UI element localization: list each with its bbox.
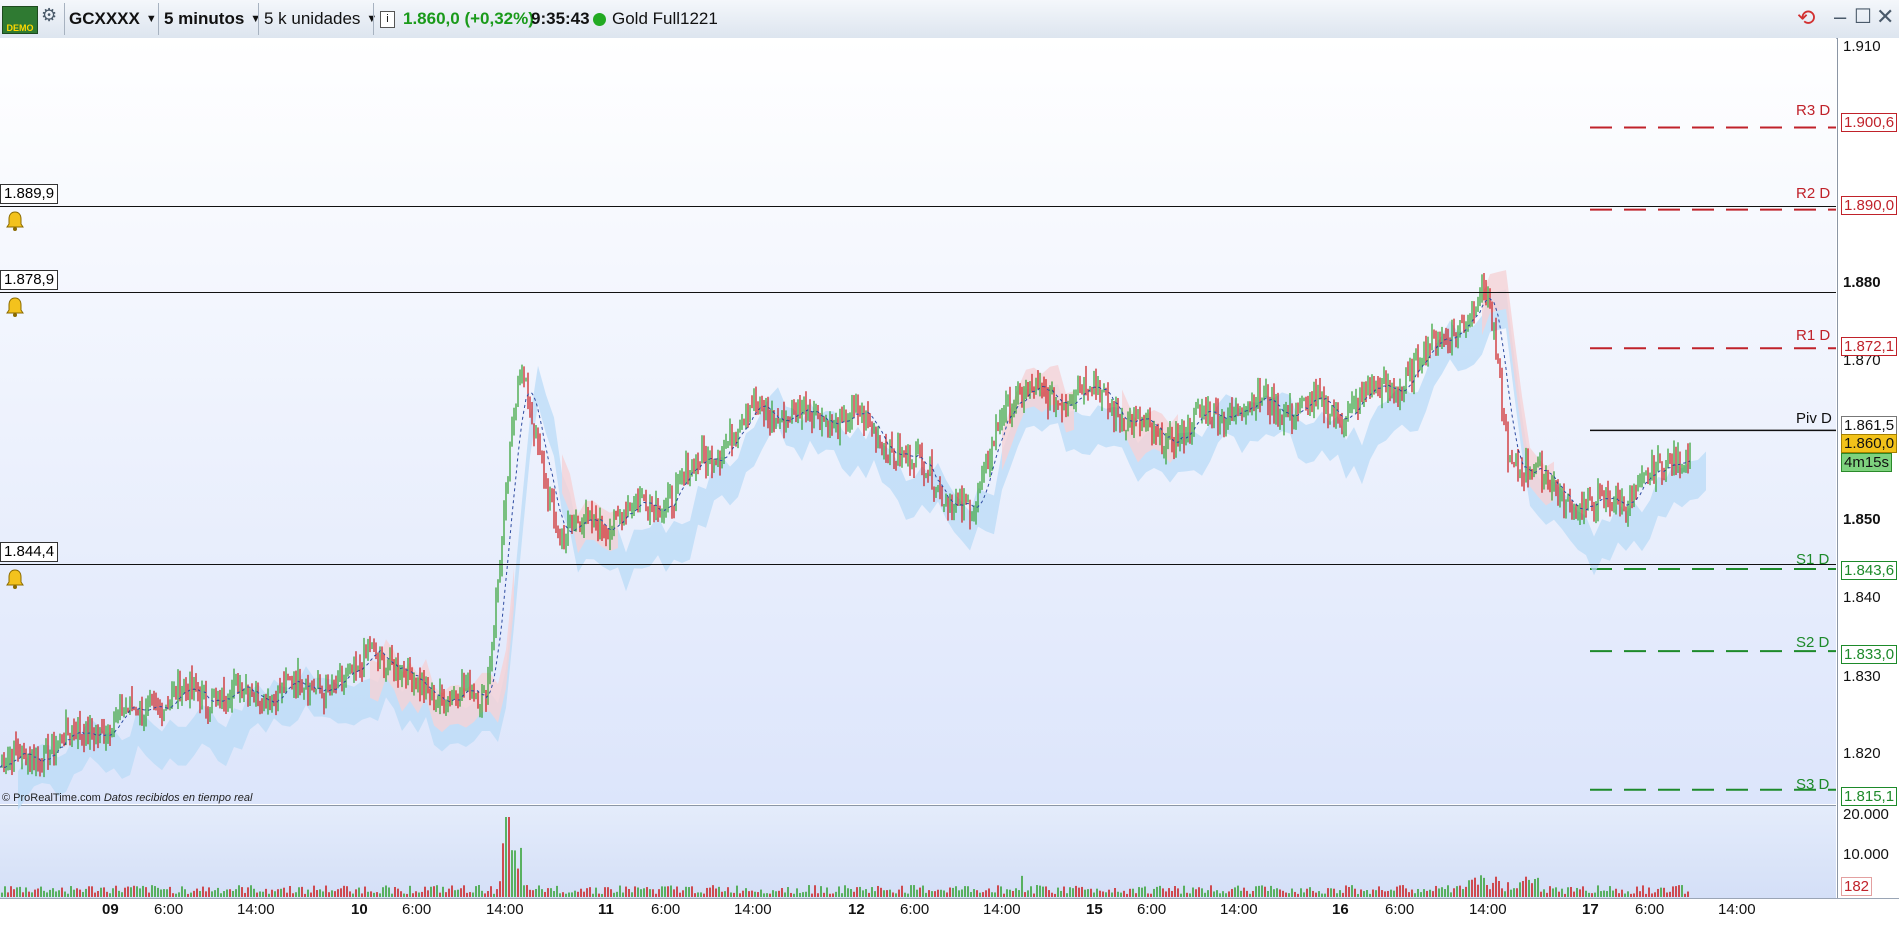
pivot-value-piv: 1.861,5 xyxy=(1841,416,1898,435)
alert-price-label[interactable]: 1.844,4 xyxy=(0,542,59,562)
pivot-label-r2: R2 D xyxy=(1796,185,1831,202)
current-price-box: 1.860,0 xyxy=(1841,434,1898,453)
x-tick: 14:00 xyxy=(1718,901,1756,918)
x-tick: 6:00 xyxy=(1137,901,1167,918)
x-tick: 6:00 xyxy=(651,901,681,918)
volume-tick: 10.000 xyxy=(1843,846,1889,863)
alert-line-3[interactable] xyxy=(0,564,1836,565)
x-tick: 6:00 xyxy=(402,901,432,918)
x-tick: 16 xyxy=(1332,901,1349,918)
pivot-value-r2: 1.890,0 xyxy=(1841,196,1898,215)
x-tick: 6:00 xyxy=(1385,901,1415,918)
pivot-label-piv: Piv D xyxy=(1796,410,1832,427)
pivot-value-r3: 1.900,6 xyxy=(1841,113,1898,132)
volume-tick: 20.000 xyxy=(1843,806,1889,823)
x-tick: 14:00 xyxy=(237,901,275,918)
alert-line-1[interactable] xyxy=(0,206,1836,207)
alert-price-label[interactable]: 1.889,9 xyxy=(0,184,59,204)
x-tick: 6:00 xyxy=(154,901,184,918)
bell-icon[interactable] xyxy=(4,296,26,318)
pivot-value-s1: 1.843,6 xyxy=(1841,561,1898,580)
x-tick: 14:00 xyxy=(1220,901,1258,918)
price-chart xyxy=(0,126,1836,897)
pivot-label-s3: S3 D xyxy=(1796,776,1830,793)
last-volume-box: 182 xyxy=(1841,877,1873,896)
x-tick: 17 xyxy=(1582,901,1599,918)
y-tick: 1.830 xyxy=(1843,668,1881,685)
pivot-value-s3: 1.815,1 xyxy=(1841,787,1898,806)
x-tick: 12 xyxy=(848,901,865,918)
x-tick: 10 xyxy=(351,901,368,918)
x-tick: 09 xyxy=(102,901,119,918)
bell-icon[interactable] xyxy=(4,568,26,590)
countdown-box: 4m15s xyxy=(1841,453,1893,472)
x-tick: 14:00 xyxy=(983,901,1021,918)
pivot-value-s2: 1.833,0 xyxy=(1841,645,1898,664)
x-tick: 6:00 xyxy=(900,901,930,918)
y-tick: 1.910 xyxy=(1843,38,1881,55)
y-tick: 1.880 xyxy=(1843,274,1881,291)
y-tick: 1.820 xyxy=(1843,745,1881,762)
pivot-label-r3: R3 D xyxy=(1796,102,1831,119)
y-tick: 1.840 xyxy=(1843,589,1881,606)
pivot-label-s1: S1 D xyxy=(1796,551,1830,568)
alert-price-label[interactable]: 1.878,9 xyxy=(0,270,59,290)
y-tick: 1.850 xyxy=(1843,511,1881,528)
bell-icon[interactable] xyxy=(4,210,26,232)
pivot-label-r1: R1 D xyxy=(1796,327,1831,344)
alert-line-2[interactable] xyxy=(0,292,1836,293)
ichimoku-cloud xyxy=(18,289,1706,811)
time-axis[interactable] xyxy=(0,898,1899,925)
copyright-text: © ProRealTime.com Datos recibidos en tie… xyxy=(2,792,253,804)
x-tick: 15 xyxy=(1086,901,1103,918)
x-tick: 11 xyxy=(598,901,614,918)
x-tick: 14:00 xyxy=(1469,901,1507,918)
pivot-value-r1: 1.872,1 xyxy=(1841,337,1898,356)
x-tick: 6:00 xyxy=(1635,901,1665,918)
pivot-label-s2: S2 D xyxy=(1796,634,1830,651)
x-tick: 14:00 xyxy=(486,901,524,918)
x-tick: 14:00 xyxy=(734,901,772,918)
